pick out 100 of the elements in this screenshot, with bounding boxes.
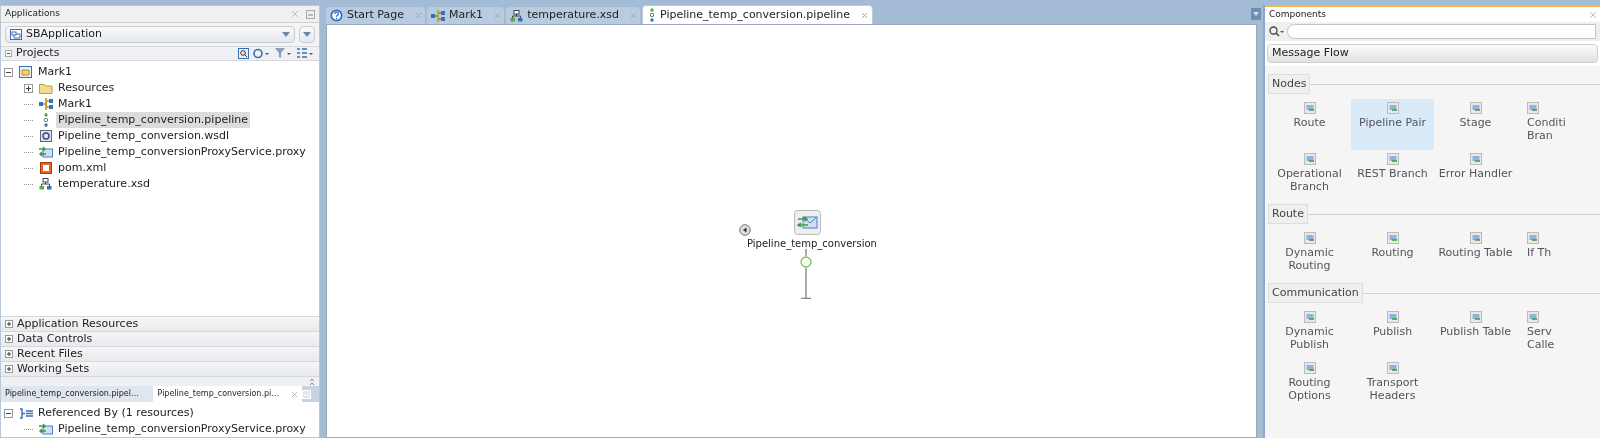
tree-item[interactable]: pom.xml xyxy=(56,159,109,177)
component-icon xyxy=(1469,102,1482,114)
node-label: Pipeline_temp_conversion xyxy=(747,237,877,251)
application-icon xyxy=(10,29,22,40)
palette-item[interactable]: Operational Branch xyxy=(1268,150,1351,201)
palette-item[interactable]: Publish xyxy=(1351,308,1434,359)
proxy-icon xyxy=(38,146,53,158)
palette-item[interactable]: Error Handler xyxy=(1434,150,1517,201)
palette-item[interactable]: Dynamic Publish xyxy=(1268,308,1351,359)
panel-tab[interactable]: Pipeline_temp_conversion.pipel… xyxy=(1,386,153,402)
tree-item[interactable]: Mark1 xyxy=(36,63,75,81)
tree-item[interactable]: Pipeline_temp_conversion.pipeline xyxy=(56,111,250,129)
options-icon[interactable] xyxy=(297,48,315,59)
start-node-icon[interactable] xyxy=(739,224,751,236)
collapse-icon[interactable] xyxy=(4,67,13,77)
component-icon xyxy=(1527,102,1539,114)
menu-button[interactable] xyxy=(299,26,315,43)
project-icon xyxy=(19,66,32,78)
close-icon[interactable] xyxy=(292,11,298,17)
accordion-header[interactable]: Working Sets xyxy=(1,361,319,376)
component-icon xyxy=(1386,362,1399,374)
component-icon xyxy=(1386,311,1399,323)
accordion-label: Application Resources xyxy=(17,315,139,332)
caret-icon xyxy=(282,32,290,37)
section-title: Projects xyxy=(16,45,61,62)
palette-item[interactable]: If Th xyxy=(1517,229,1600,280)
application-name: SBApplication xyxy=(26,26,103,43)
component-icon xyxy=(1527,311,1539,323)
pipeline-icon xyxy=(41,113,50,127)
minimize-icon[interactable] xyxy=(306,9,315,19)
accordion-header[interactable]: Application Resources xyxy=(1,316,319,331)
palette-item[interactable]: Routing xyxy=(1351,229,1434,280)
component-icon xyxy=(1303,362,1316,374)
palette-item[interactable]: Conditi Bran xyxy=(1517,99,1600,150)
help-icon xyxy=(330,9,343,22)
component-icon xyxy=(1386,102,1399,114)
chevron-icon[interactable] xyxy=(309,377,315,386)
proxy-icon xyxy=(38,423,53,435)
component-icon xyxy=(1303,102,1316,114)
search-field[interactable] xyxy=(1287,24,1596,39)
tree-item[interactable]: Pipeline_temp_conversion.wsdl xyxy=(56,127,232,145)
component-icon xyxy=(1469,153,1482,165)
filter-icon[interactable] xyxy=(275,48,293,59)
caret-icon xyxy=(1253,12,1259,16)
palette-item[interactable]: Route xyxy=(1268,99,1351,150)
flow-connector xyxy=(800,249,812,299)
panel-title: Applications xyxy=(5,7,60,21)
minus-icon[interactable] xyxy=(5,50,12,57)
component-icon xyxy=(1303,153,1316,165)
tree-item[interactable]: Referenced By (1 resources) xyxy=(36,404,196,422)
schema-icon xyxy=(510,9,524,22)
wsdl-icon xyxy=(39,130,52,142)
accordion-label: Working Sets xyxy=(17,360,90,377)
schema-icon xyxy=(39,178,52,190)
file-icon xyxy=(39,162,52,174)
close-icon[interactable] xyxy=(292,391,297,397)
references-icon xyxy=(18,407,33,419)
accordion-label: Recent Files xyxy=(17,345,83,362)
tree-item[interactable]: Pipeline_temp_conversionProxyService.proxy xyxy=(56,420,308,438)
close-icon[interactable] xyxy=(862,12,867,18)
palette-item[interactable]: REST Branch xyxy=(1351,150,1434,201)
panel-tab[interactable]: Pipeline_temp_conversion.pi… xyxy=(152,386,302,402)
pipeline-node-icon[interactable] xyxy=(794,210,821,235)
palette-item[interactable]: Serv Calle xyxy=(1517,308,1600,359)
palette-item[interactable]: Pipeline Pair xyxy=(1351,99,1434,150)
palette-name: Message Flow xyxy=(1272,45,1349,62)
search-icon[interactable] xyxy=(238,48,249,59)
component-icon xyxy=(1386,232,1399,244)
tree-item[interactable]: Resources xyxy=(56,79,117,97)
component-icon xyxy=(1527,232,1539,244)
palette-item[interactable]: Routing Table xyxy=(1434,229,1517,280)
palette-item[interactable]: Transport Headers xyxy=(1351,359,1434,410)
application-dropdown[interactable]: SBApplication xyxy=(5,26,295,43)
section-header: Communication xyxy=(1268,282,1363,304)
palette-item[interactable]: Routing Options xyxy=(1268,359,1351,410)
diagram-icon xyxy=(431,9,445,22)
menu-button[interactable] xyxy=(1251,8,1261,20)
search-icon[interactable] xyxy=(1269,26,1285,37)
collapse-icon[interactable] xyxy=(4,408,13,418)
editor-tab[interactable]: Start Page xyxy=(326,7,425,24)
tree-item[interactable]: Pipeline_temp_conversionProxyService.proxy xyxy=(56,143,308,161)
palette-dropdown[interactable]: Message Flow xyxy=(1267,44,1598,63)
diagram-canvas[interactable]: Pipeline_temp_conversion xyxy=(326,24,1257,438)
palette-item[interactable]: Dynamic Routing xyxy=(1268,229,1351,280)
tree-item[interactable]: Mark1 xyxy=(56,95,95,113)
pipeline-icon xyxy=(648,8,656,22)
editor-tab[interactable]: Pipeline_temp_conversion.pipeline xyxy=(642,5,873,24)
accordion-label: Data Controls xyxy=(17,330,93,347)
section-header: Nodes xyxy=(1268,73,1311,95)
component-icon xyxy=(1386,153,1399,165)
palette-item[interactable]: Publish Table xyxy=(1434,308,1517,359)
editor-tab[interactable]: Mark1 xyxy=(427,7,505,24)
palette-item[interactable]: Stage xyxy=(1434,99,1517,150)
tree-item[interactable]: temperature.xsd xyxy=(56,175,152,193)
accordion-header[interactable]: Data Controls xyxy=(1,331,319,346)
component-icon xyxy=(1469,232,1482,244)
close-icon[interactable] xyxy=(1590,11,1596,18)
accordion-header[interactable]: Recent Files xyxy=(1,346,319,361)
diagram-icon xyxy=(38,98,53,110)
editor-tab[interactable]: temperature.xsd xyxy=(506,7,640,24)
